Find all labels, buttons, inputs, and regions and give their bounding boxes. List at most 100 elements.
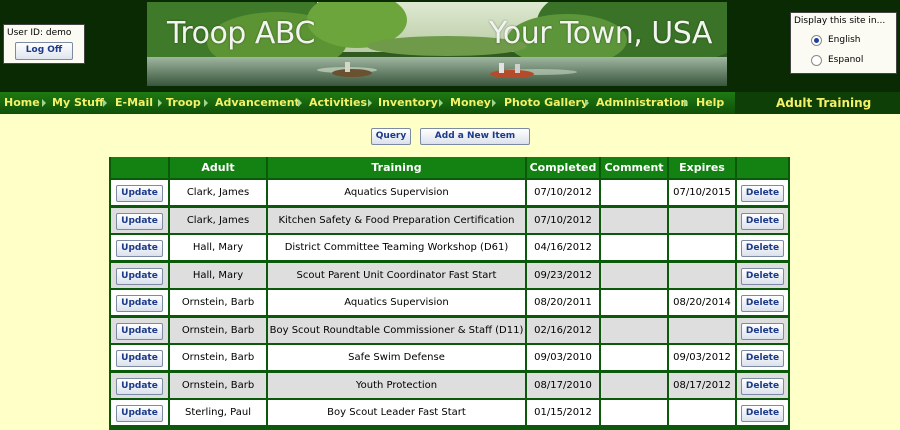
adult-cell: Ornstein, Barb: [170, 345, 266, 370]
delete-cell: Delete: [737, 207, 788, 233]
table-header-expires: Expires: [669, 157, 735, 178]
completed-cell: 01/15/2012: [527, 400, 599, 425]
training-cell: Youth Protection: [268, 372, 525, 398]
training-cell: Boy Scout Roundtable Commissioner & Staf…: [268, 317, 525, 343]
completed-cell: 04/16/2012: [527, 235, 599, 260]
adult-cell: Hall, Mary: [170, 262, 266, 288]
query-button[interactable]: Query: [371, 128, 411, 145]
delete-button[interactable]: Delete: [741, 295, 784, 312]
delete-cell: Delete: [737, 235, 788, 260]
comment-cell: [601, 317, 667, 343]
update-button[interactable]: Update: [116, 295, 163, 312]
completed-cell: 07/10/2012: [527, 207, 599, 233]
nav-separator-icon: [492, 99, 496, 107]
nav-item-home[interactable]: Home: [4, 96, 40, 109]
radio-english[interactable]: [811, 35, 822, 46]
update-button[interactable]: Update: [116, 322, 163, 340]
training-cell: Scout Parent Unit Coordinator Fast Start: [268, 262, 525, 288]
expires-cell: [669, 262, 735, 288]
completed-cell: 08/20/2011: [527, 290, 599, 315]
table-header-completed: Completed: [527, 157, 599, 178]
comment-cell: [601, 180, 667, 205]
delete-cell: Delete: [737, 345, 788, 370]
expires-cell: [669, 235, 735, 260]
nav-item-activities[interactable]: Activities: [309, 96, 367, 109]
update-cell: Update: [111, 262, 168, 288]
delete-button[interactable]: Delete: [741, 267, 784, 285]
banner-image: Troop ABC Your Town, USA: [147, 2, 727, 86]
nav-item-photo-gallery[interactable]: Photo Gallery: [504, 96, 588, 109]
update-cell: Update: [111, 400, 168, 425]
language-panel: Display this site in... English Espanol: [790, 12, 897, 74]
training-cell: Kitchen Safety & Food Preparation Certif…: [268, 207, 525, 233]
nav-separator-icon: [368, 99, 372, 107]
nav-item-administration[interactable]: Administration: [596, 96, 688, 109]
nav-item-troop[interactable]: Troop: [166, 96, 201, 109]
delete-button[interactable]: Delete: [741, 377, 784, 395]
delete-cell: Delete: [737, 317, 788, 343]
nav-item-help[interactable]: Help: [696, 96, 724, 109]
nav-separator-icon: [439, 99, 443, 107]
update-button[interactable]: Update: [116, 212, 163, 230]
training-cell: Aquatics Supervision: [268, 290, 525, 315]
table-header-comment: Comment: [601, 157, 667, 178]
nav-item-money[interactable]: Money: [450, 96, 491, 109]
update-button[interactable]: Update: [116, 405, 163, 422]
expires-cell: 08/20/2014: [669, 290, 735, 315]
table-header-training: Training: [268, 157, 525, 178]
expires-cell: [669, 317, 735, 343]
log-off-button[interactable]: Log Off: [15, 42, 73, 60]
nav-item-advancement[interactable]: Advancement: [215, 96, 300, 109]
adult-cell: Clark, James: [170, 180, 266, 205]
nav-separator-icon: [585, 99, 589, 107]
update-cell: Update: [111, 235, 168, 260]
table-header-adult: Adult: [170, 157, 266, 178]
delete-button[interactable]: Delete: [741, 240, 784, 257]
delete-button[interactable]: Delete: [741, 350, 784, 367]
page-title: Adult Training: [776, 96, 872, 110]
comment-cell: [601, 400, 667, 425]
nav-item-my-stuff[interactable]: My Stuff: [52, 96, 104, 109]
expires-cell: 07/10/2015: [669, 180, 735, 205]
training-cell: Aquatics Supervision: [268, 180, 525, 205]
table-header-delete: [737, 157, 788, 178]
delete-button[interactable]: Delete: [741, 322, 784, 340]
user-panel: User ID: demo Log Off: [3, 24, 85, 64]
update-button[interactable]: Update: [116, 240, 163, 257]
nav-separator-icon: [298, 99, 302, 107]
update-button[interactable]: Update: [116, 377, 163, 395]
update-button[interactable]: Update: [116, 185, 163, 202]
delete-cell: Delete: [737, 180, 788, 205]
training-table: Adult Training Completed Comment Expires…: [109, 157, 790, 430]
delete-button[interactable]: Delete: [741, 405, 784, 422]
comment-cell: [601, 345, 667, 370]
language-title: Display this site in...: [794, 16, 886, 26]
delete-button[interactable]: Delete: [741, 212, 784, 230]
update-button[interactable]: Update: [116, 267, 163, 285]
delete-cell: Delete: [737, 372, 788, 398]
completed-cell: 07/10/2012: [527, 180, 599, 205]
completed-cell: 08/17/2010: [527, 372, 599, 398]
add-new-item-button[interactable]: Add a New Item: [420, 128, 530, 145]
delete-cell: Delete: [737, 400, 788, 425]
completed-cell: 09/03/2010: [527, 345, 599, 370]
comment-cell: [601, 372, 667, 398]
radio-espanol[interactable]: [811, 55, 822, 66]
nav-separator-icon: [158, 99, 162, 107]
nav-separator-icon: [42, 99, 46, 107]
adult-cell: Ornstein, Barb: [170, 372, 266, 398]
delete-cell: Delete: [737, 290, 788, 315]
update-button[interactable]: Update: [116, 350, 163, 367]
adult-cell: Ornstein, Barb: [170, 290, 266, 315]
update-cell: Update: [111, 372, 168, 398]
nav-separator-icon: [684, 99, 688, 107]
completed-cell: 02/16/2012: [527, 317, 599, 343]
delete-button[interactable]: Delete: [741, 185, 784, 202]
expires-cell: 09/03/2012: [669, 345, 735, 370]
language-option-label: English: [828, 35, 861, 45]
adult-cell: Clark, James: [170, 207, 266, 233]
nav-item-inventory[interactable]: Inventory: [378, 96, 438, 109]
completed-cell: 09/23/2012: [527, 262, 599, 288]
nav-item-email[interactable]: E-Mail: [115, 96, 153, 109]
training-cell: District Committee Teaming Workshop (D61…: [268, 235, 525, 260]
